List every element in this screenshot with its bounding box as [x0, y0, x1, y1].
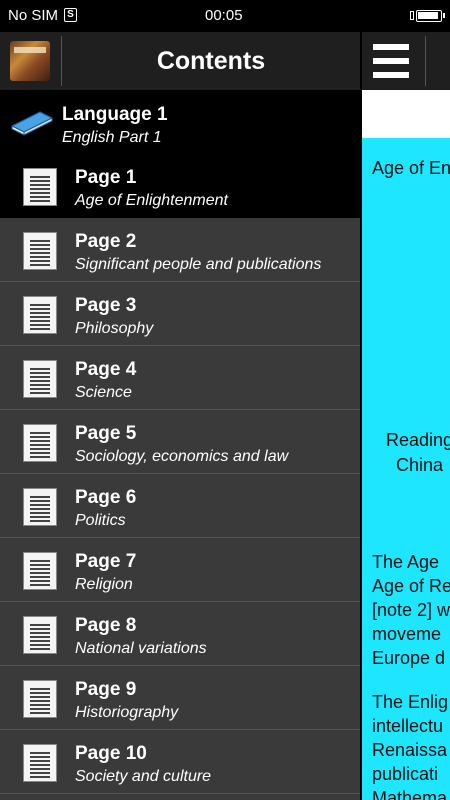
- article-heading: Age of En: [372, 158, 450, 178]
- page-icon: [23, 744, 57, 782]
- sim-icon: S: [64, 8, 77, 22]
- item-sublabel: Politics: [75, 512, 126, 529]
- item-sublabel: Sociology, economics and law: [75, 448, 289, 465]
- page-icon: [23, 360, 57, 398]
- list-item[interactable]: Page 2 Significant people and publicatio…: [0, 218, 360, 282]
- item-label: Page 8: [75, 615, 137, 636]
- carrier-text: No SIM: [8, 7, 59, 24]
- item-sublabel: Age of Enlightenment: [75, 192, 228, 209]
- item-sublabel: Philosophy: [75, 320, 154, 337]
- item-sublabel: Significant people and publications: [75, 256, 322, 273]
- item-label: Page 3: [75, 295, 137, 316]
- article-view[interactable]: Age of En Reading China The Age Age of R…: [362, 138, 450, 800]
- status-bar: No SIM S 00:05: [0, 0, 450, 32]
- signal-icon: [410, 11, 414, 20]
- list-item[interactable]: Page 1 Age of Enlightenment: [0, 154, 360, 218]
- page-icon: [23, 168, 57, 206]
- list-item[interactable]: Page 4 Science: [0, 346, 360, 410]
- item-label: Page 4: [75, 359, 137, 380]
- page-icon: [23, 424, 57, 462]
- page-icon: [23, 616, 57, 654]
- toolbar-divider: [425, 36, 426, 86]
- paragraph-2: The Enlig intellectu Renaissa publicati …: [372, 692, 449, 800]
- page-icon: [23, 680, 57, 718]
- page-icon: [23, 552, 57, 590]
- list-item[interactable]: Page 5 Sociology, economics and law: [0, 410, 360, 474]
- list-item[interactable]: Page 9 Historiography: [0, 666, 360, 730]
- image-caption: Reading China: [386, 430, 450, 475]
- clock: 00:05: [205, 7, 243, 24]
- item-label: Page 9: [75, 679, 137, 700]
- list-item[interactable]: Page 8 National variations: [0, 602, 360, 666]
- item-sublabel: Society and culture: [75, 768, 212, 785]
- item-label: Page 1: [75, 167, 137, 188]
- item-sublabel: Religion: [75, 576, 133, 593]
- page-icon: [23, 488, 57, 526]
- page-icon: [23, 296, 57, 334]
- item-label: Page 10: [75, 743, 147, 764]
- item-sublabel: National variations: [75, 640, 207, 657]
- language-selector[interactable]: Language 1 English Part 1: [0, 90, 360, 154]
- menu-icon[interactable]: [373, 44, 409, 78]
- item-label: Page 6: [75, 487, 137, 508]
- navigation-drawer: Contents Language 1 English Part 1 Page …: [0, 32, 362, 800]
- list-item[interactable]: Page 6 Politics: [0, 474, 360, 538]
- language-label: Language 1: [62, 104, 168, 125]
- app-logo-icon: [10, 41, 50, 81]
- book-icon: [10, 111, 54, 136]
- language-sublabel: English Part 1: [62, 129, 162, 146]
- battery-icon: [416, 10, 445, 22]
- item-label: Page 2: [75, 231, 137, 252]
- paragraph-1: The Age Age of Re [note 2] w moveme Euro…: [372, 552, 450, 668]
- list-item[interactable]: Page 7 Religion: [0, 538, 360, 602]
- item-sublabel: Historiography: [75, 704, 179, 721]
- drawer-title: Contents: [156, 47, 266, 75]
- page-icon: [23, 232, 57, 270]
- main-content: Age of En Reading China The Age Age of R…: [362, 32, 450, 800]
- item-label: Page 7: [75, 551, 137, 572]
- list-item[interactable]: Page 10 Society and culture: [0, 730, 360, 794]
- drawer-header: Contents: [0, 32, 360, 90]
- list-item[interactable]: Page 3 Philosophy: [0, 282, 360, 346]
- item-sublabel: Science: [75, 384, 132, 401]
- main-toolbar: [362, 32, 450, 90]
- item-label: Page 5: [75, 423, 137, 444]
